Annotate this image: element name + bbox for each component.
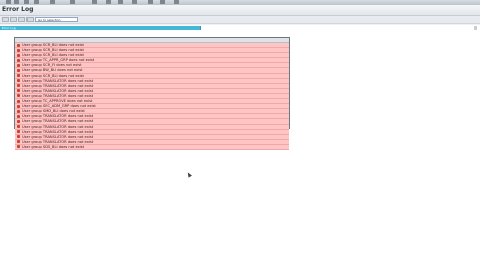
error-icon (17, 140, 20, 144)
system-icon[interactable] (34, 0, 39, 4)
error-message: User group TC_APPROVE does not exist (22, 99, 93, 104)
error-icon (17, 79, 20, 83)
error-icon (17, 68, 20, 72)
error-message: User group SCR_FI does not exist (22, 63, 82, 68)
error-message: User group SCR_BLI does not exist (22, 73, 84, 78)
error-message: User group SMD_BLI does not exist (22, 109, 85, 114)
error-icon (17, 43, 20, 47)
error-icon (17, 48, 20, 52)
error-icon (17, 53, 20, 57)
system-icon[interactable] (70, 0, 75, 4)
error-message: User group TRANSLATOR does not exist (22, 83, 94, 88)
system-icon[interactable] (106, 0, 111, 4)
error-icon (17, 89, 20, 93)
error-icon (17, 119, 20, 123)
error-message: User group TRANSLATOR does not exist (22, 88, 94, 93)
error-message: User group BW_BLI does not exist (22, 68, 83, 73)
error-icon (17, 109, 20, 113)
error-message: User group SEC_ADM_GRP does not exist (22, 104, 96, 109)
application-toolbar: Go to selection (0, 16, 480, 24)
system-icon[interactable] (14, 0, 19, 4)
error-row[interactable]: User group SDS_BLI does not exist (15, 144, 289, 150)
find-icon[interactable] (27, 17, 34, 22)
error-icon (17, 63, 20, 67)
error-message: User group SCR_BLI does not exist (22, 53, 84, 58)
error-message: User group TRANSLATOR does not exist (22, 124, 94, 129)
system-icon[interactable] (174, 0, 179, 4)
system-icon[interactable] (160, 0, 165, 4)
error-message: User group SCR_BLI does not exist (22, 43, 84, 47)
error-icon (17, 130, 20, 134)
error-message: User group SCR_BLI does not exist (22, 48, 84, 53)
error-message: User group TRANSLATOR does not exist (22, 93, 94, 98)
error-message: User group TRANSLATOR does not exist (22, 114, 94, 119)
divider (0, 24, 480, 25)
error-icon (17, 94, 20, 98)
error-icon (17, 84, 20, 88)
error-icon (17, 99, 20, 103)
error-icon (17, 104, 20, 108)
system-icon[interactable] (50, 0, 55, 4)
system-icon[interactable] (132, 0, 137, 4)
cancel-icon[interactable] (18, 17, 25, 22)
section-title: Error Log (2, 26, 16, 30)
goto-selection-button[interactable]: Go to selection (35, 17, 78, 22)
error-icon (17, 125, 20, 128)
system-icon[interactable] (92, 0, 97, 4)
error-icon (17, 58, 20, 62)
back-icon[interactable] (2, 17, 9, 22)
system-icon[interactable] (118, 0, 123, 4)
system-icon[interactable] (24, 0, 29, 4)
error-message: User group TRANSLATOR does not exist (22, 139, 94, 144)
pane-resize-handle[interactable] (474, 26, 477, 30)
error-message: User group TRANSLATOR does not exist (22, 134, 94, 139)
title-bar: Error Log (0, 5, 480, 16)
error-message: User group TRANSLATOR does not exist (22, 119, 94, 124)
error-message: User group TRANSLATOR does not exist (22, 78, 94, 83)
system-icon[interactable] (148, 0, 153, 4)
error-icon (17, 145, 20, 149)
error-message: User group SDS_BLI does not exist (22, 144, 84, 149)
error-icon (17, 114, 20, 118)
system-icon[interactable] (6, 0, 11, 4)
section-header: Error Log (0, 26, 201, 30)
window-title: Error Log (2, 6, 34, 13)
error-list: User group SCR_BLI does not exist User gr… (15, 43, 289, 150)
error-icon (17, 135, 20, 139)
error-message: User group TC_APPR_GRP does not exist (22, 58, 95, 63)
error-log-panel: User group SCR_BLI does not exist User gr… (14, 37, 290, 150)
exit-icon[interactable] (10, 17, 17, 22)
error-message: User group TRANSLATOR does not exist (22, 129, 94, 134)
error-icon (17, 74, 20, 78)
mouse-cursor (186, 171, 192, 178)
